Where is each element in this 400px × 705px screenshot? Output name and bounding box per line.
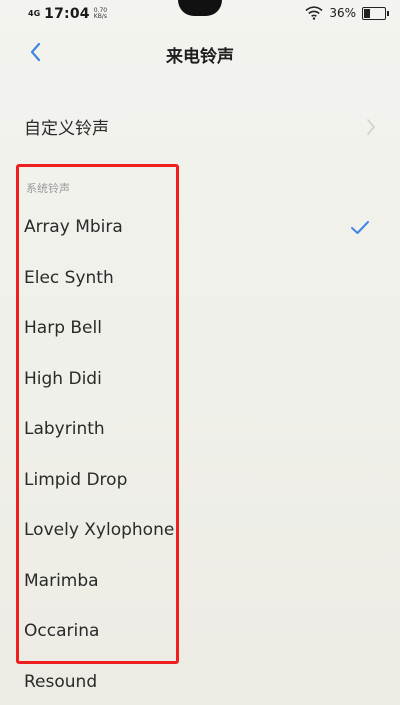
wifi-icon [305,6,323,20]
battery-level-fill [364,8,371,18]
ringtone-name: Lovely Xylophone [24,520,175,540]
network-speed-unit: KB/s [93,13,107,20]
clock: 17:04 [44,6,90,22]
ringtone-name: Limpid Drop [24,469,128,490]
network-indicator: 4G [28,9,41,18]
ringtone-item[interactable]: Occarina [0,606,400,657]
ringtone-item[interactable]: Marimba [0,556,400,607]
status-bar: 4G 17:04 0.70 KB/s 36% [0,0,400,28]
checkmark-icon [351,221,369,234]
ringtone-name: Elec Synth [24,267,114,288]
system-ringtones-header: 系统铃声 [26,182,70,195]
ringtone-name: Array Mbira [24,217,123,237]
chevron-right-icon [367,119,375,135]
battery-percent: 36% [329,6,356,20]
status-left: 4G 17:04 0.70 KB/s [28,6,107,22]
ringtone-item[interactable]: Resound [0,657,400,705]
ringtone-item[interactable]: Limpid Drop [0,455,400,506]
ringtone-item[interactable]: Labyrinth [0,404,400,455]
ringtone-name: Labyrinth [24,419,105,439]
ringtone-item[interactable]: Lovely Xylophone [0,505,400,556]
ringtone-name: Marimba [24,570,99,591]
ringtone-name: Occarina [24,621,100,641]
ringtone-item[interactable]: Array Mbira [0,202,400,253]
ringtone-item[interactable]: Harp Bell [0,303,400,354]
page-title: 来电铃声 [166,47,234,67]
nav-bar: 来电铃声 [0,28,400,78]
network-speed: 0.70 KB/s [94,8,107,20]
ringtone-name: High Didi [24,368,102,389]
ringtone-item[interactable]: High Didi [0,354,400,405]
status-right: 36% [305,6,389,20]
ringtone-item[interactable]: Elec Synth [0,253,400,304]
ringtone-name: Resound [24,671,98,692]
battery-icon [362,6,389,20]
ringtone-list: Array Mbira Elec Synth Harp Bell High Di… [0,202,400,705]
custom-ringtone-label: 自定义铃声 [24,119,109,139]
custom-ringtone-row[interactable]: 自定义铃声 [0,100,400,154]
camera-notch [178,0,222,16]
ringtone-name: Harp Bell [24,318,102,338]
screen: 4G 17:04 0.70 KB/s 36% 来电铃声 自定义铃声 系统铃声 A… [0,0,400,705]
